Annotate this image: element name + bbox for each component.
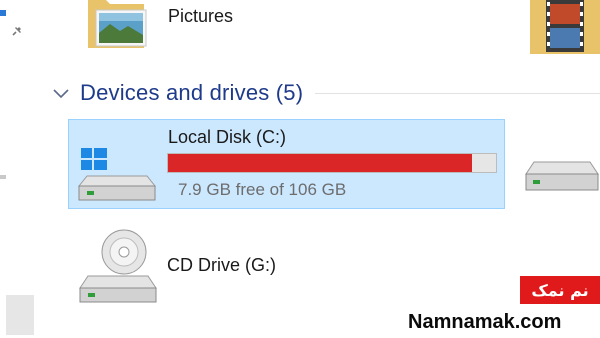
watermark-site: Namnamak.com — [408, 311, 562, 333]
chevron-down-icon[interactable] — [50, 82, 72, 104]
watermark-persian: نم نمک — [520, 276, 600, 304]
devices-group-header[interactable]: Devices and drives (5) — [50, 78, 600, 108]
devices-group-title: Devices and drives (5) — [80, 80, 304, 105]
nav-divider — [0, 175, 6, 179]
videos-folder-icon[interactable] — [530, 0, 600, 54]
drive-c-free-space: 7.9 GB free of 106 GB — [178, 180, 347, 199]
drive-c-usage-bar — [167, 153, 497, 173]
cd-drive-icon — [79, 229, 157, 303]
pictures-folder-label[interactable]: Pictures — [168, 6, 233, 27]
drive-c-name: Local Disk (C:) — [168, 127, 287, 147]
windows-hard-drive-icon — [77, 148, 157, 201]
drive-c-usage-fill — [168, 154, 472, 172]
pin-icon[interactable] — [10, 24, 24, 38]
nav-scrollbar[interactable] — [6, 295, 34, 335]
hard-drive-icon[interactable] — [524, 150, 600, 200]
navigation-pane-edge — [0, 0, 38, 338]
drive-local-disk-c[interactable]: Local Disk (C:) 7.9 GB free of 106 GB — [68, 119, 505, 209]
pictures-folder-icon[interactable] — [88, 0, 152, 48]
drive-cd-g[interactable]: CD Drive (G:) — [68, 228, 328, 308]
group-divider — [315, 92, 600, 94]
drive-g-name: CD Drive (G:) — [167, 255, 276, 275]
nav-item-marker — [0, 10, 6, 16]
